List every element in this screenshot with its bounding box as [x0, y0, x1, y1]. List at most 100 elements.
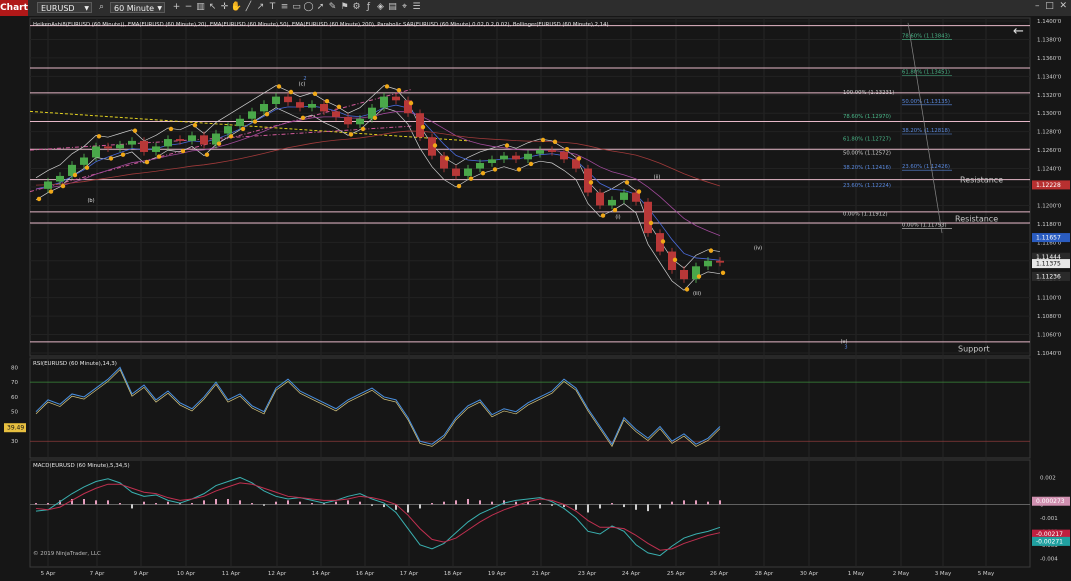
chevron-down-icon: ▼	[157, 5, 162, 12]
sar-dot	[336, 104, 342, 109]
sar-dot	[372, 115, 378, 121]
sar-dot	[648, 220, 654, 226]
candle-body	[596, 192, 604, 206]
maximize-icon[interactable]: □	[1045, 1, 1054, 11]
candle-body	[128, 140, 136, 145]
chart-toolbar: Chart EURUSD ▼ ⌕ 60 Minute ▼ + − ▥ ↖ ✛ ✋ ╱ ↗ T ≡ ▭ ◯ ➚…	[0, 0, 1071, 17]
sar-dot	[600, 213, 606, 218]
macd-histogram-bar	[695, 500, 697, 505]
macd-histogram-bar	[35, 503, 37, 505]
candle-body	[380, 96, 388, 108]
candle-body	[332, 111, 340, 117]
candle-body	[176, 139, 184, 141]
chart-area[interactable]: 1.1400'0 1.1380'0 1.1360'0 1.1340'0 1.1320'0…	[0, 16, 1071, 581]
candle-body	[620, 192, 628, 200]
sar-dot	[528, 161, 534, 167]
x-tick-label: 2 May	[893, 571, 910, 577]
rsi-tick-label: 50	[11, 410, 18, 416]
fib-level-label: 100.00% (1.13231)	[843, 90, 894, 96]
rsi-tick-label: 70	[11, 380, 18, 386]
sar-dot	[180, 148, 186, 154]
candle-body	[500, 155, 508, 160]
macd-histogram-bar	[623, 504, 625, 508]
sar-dot	[552, 139, 558, 145]
sar-dot	[132, 128, 138, 133]
instrument-select[interactable]: EURUSD ▼	[37, 2, 92, 13]
candle-body	[608, 199, 616, 206]
candle-body	[80, 157, 88, 165]
macd-histogram-bar	[263, 504, 265, 506]
sar-dot	[420, 124, 426, 130]
x-tick-label: 16 Apr	[356, 571, 375, 577]
sar-dot	[240, 126, 246, 132]
sar-dot	[540, 137, 546, 143]
rsi-tick-label: 30	[11, 439, 18, 445]
sar-dot	[588, 180, 594, 185]
copyright-text: © 2019 NinjaTrader, LLC	[33, 550, 101, 557]
sar-dot	[288, 89, 294, 95]
x-tick-label: 19 Apr	[488, 571, 507, 577]
sar-dot	[432, 143, 438, 148]
price-tick-label: 1.1040'0	[1037, 351, 1062, 357]
candle-body	[320, 104, 328, 112]
x-tick-label: 23 Apr	[578, 571, 597, 577]
search-icon[interactable]: ⌕	[95, 1, 108, 14]
candle-body	[704, 260, 712, 267]
wave-label: (b)	[87, 198, 94, 204]
candle-body	[512, 155, 520, 160]
macd-tick-label: 0.002	[1040, 475, 1056, 481]
macd-histogram-bar	[479, 500, 481, 505]
macd-histogram-bar	[251, 503, 253, 505]
price-tick-label: 1.1080'0	[1037, 314, 1062, 320]
x-tick-label: 21 Apr	[532, 571, 551, 577]
settings-icon[interactable]: ☰	[410, 1, 423, 14]
sar-dot	[396, 87, 402, 93]
fib-level-label: 23.60% (1.12224)	[843, 183, 891, 189]
rsi-value-label: 39.49	[7, 425, 24, 432]
price-tag-label: 1.11236	[1036, 273, 1061, 280]
fib-level-label: 23.60% (1.12426)	[902, 164, 950, 170]
macd-histogram-bar	[287, 500, 289, 505]
candle-body	[44, 181, 52, 189]
macd-histogram-bar	[131, 504, 133, 509]
x-tick-label: 24 Apr	[622, 571, 641, 577]
candle-body	[284, 96, 292, 103]
price-tick-label: 1.1200'0	[1037, 203, 1062, 209]
arrow-left-icon[interactable]: ←	[1013, 24, 1024, 39]
sar-dot	[348, 132, 354, 137]
candle-body	[644, 201, 652, 234]
price-tick-label: 1.1340'0	[1037, 74, 1062, 80]
sar-dot	[60, 183, 66, 189]
chart-tab[interactable]: Chart	[0, 0, 28, 16]
sar-dot	[324, 99, 330, 104]
macd-histogram-bar	[671, 501, 673, 505]
macd-histogram-bar	[359, 501, 361, 505]
candle-body	[236, 118, 244, 127]
interval-select[interactable]: 60 Minute ▼	[110, 2, 165, 13]
wave-label: (c)	[299, 82, 306, 88]
sar-dot	[384, 84, 390, 89]
sar-dot	[216, 141, 222, 146]
macd-histogram-bar	[467, 499, 469, 505]
minimize-icon[interactable]: –	[1035, 1, 1040, 11]
candle-body	[200, 135, 208, 145]
sar-dot	[300, 115, 306, 121]
candle-body	[296, 102, 304, 108]
x-tick-label: 14 Apr	[312, 571, 331, 577]
price-tag-label: 1.11657	[1036, 235, 1061, 242]
price-tag-label: 1.12228	[1036, 182, 1061, 189]
price-tick-label: 1.1280'0	[1037, 130, 1062, 136]
macd-histogram-bar	[659, 504, 661, 509]
candle-body	[260, 104, 268, 112]
fib-level-label: 38.20% (1.12416)	[843, 165, 891, 171]
x-tick-label: 17 Apr	[400, 571, 419, 577]
macd-histogram-bar	[95, 500, 97, 505]
sar-dot	[72, 172, 78, 178]
x-tick-label: 3 May	[935, 571, 952, 577]
sar-dot	[696, 274, 702, 279]
price-tick-label: 1.1300'0	[1037, 111, 1062, 117]
x-tick-label: 5 May	[978, 571, 995, 577]
candle-body	[152, 146, 160, 152]
fib-level-label: 50.00% (1.12572)	[843, 151, 891, 157]
close-icon[interactable]: ✕	[1059, 1, 1067, 11]
